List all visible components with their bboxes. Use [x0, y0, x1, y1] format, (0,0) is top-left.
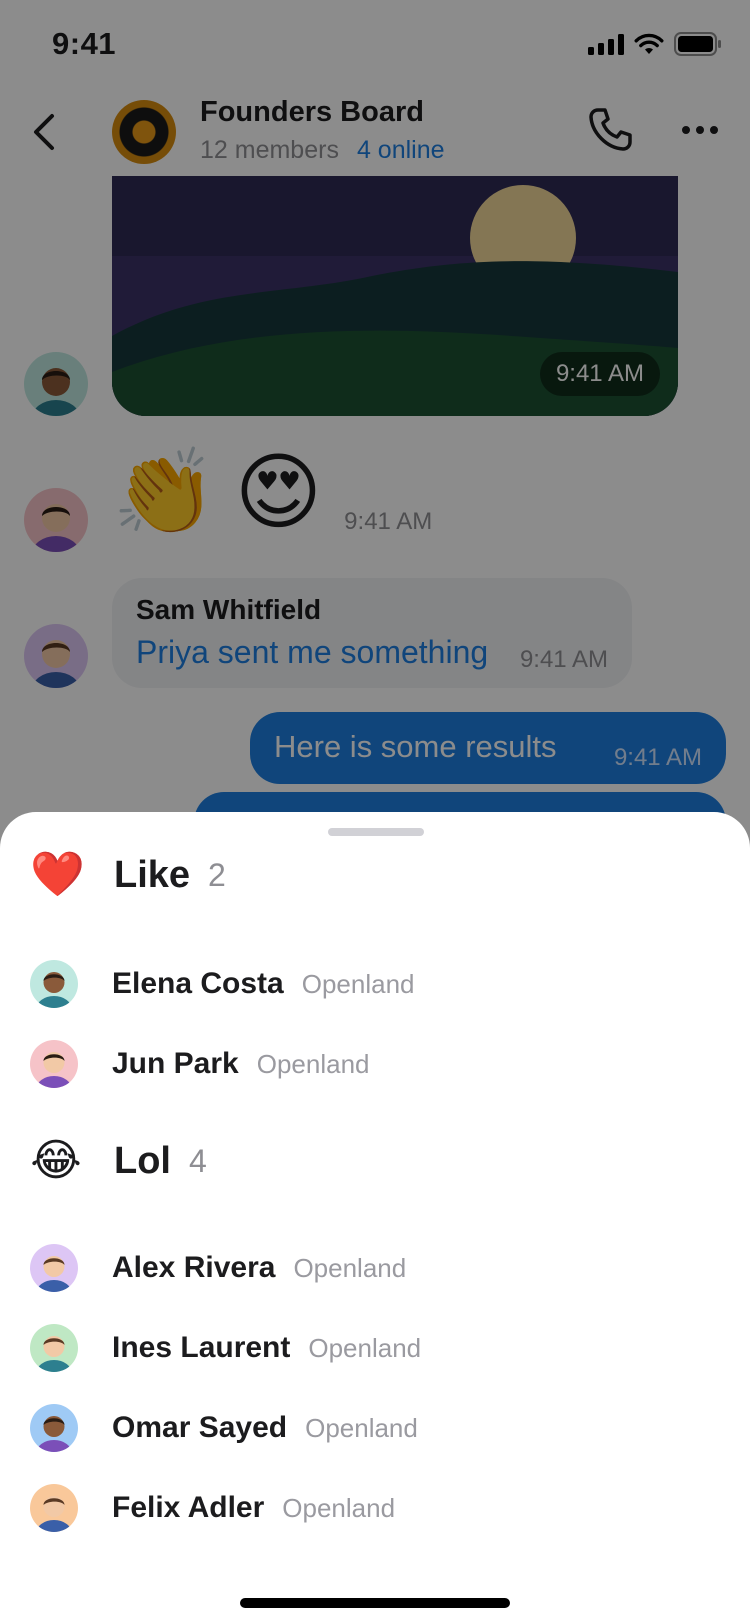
sheet-grabber[interactable] [328, 828, 424, 836]
user-organization: Openland [282, 1492, 396, 1523]
reaction-section-like: ❤️ Like 2 [30, 848, 226, 902]
user-organization: Openland [293, 1252, 407, 1283]
avatar [30, 1324, 78, 1372]
reaction-user-row[interactable]: Elena Costa Openland [30, 956, 720, 1012]
avatar [30, 1484, 78, 1532]
heart-icon: ❤️ [30, 850, 85, 899]
user-organization: Openland [305, 1412, 418, 1443]
user-name: Felix Adler [112, 1491, 265, 1524]
avatar [30, 1404, 78, 1452]
user-name: Alex Rivera [112, 1251, 276, 1284]
user-name: Ines Laurent [112, 1331, 291, 1364]
reaction-user-row[interactable]: Alex Rivera Openland [30, 1240, 720, 1296]
reaction-user-row[interactable]: Felix Adler Openland [30, 1480, 720, 1536]
user-name: Jun Park [112, 1047, 239, 1080]
reactions-sheet: ❤️ Like 2 Elena Costa Openland Jun Park … [0, 812, 750, 1624]
reaction-title: Like [114, 853, 191, 896]
reaction-user-row[interactable]: Jun Park Openland [30, 1036, 720, 1092]
home-indicator[interactable] [240, 1598, 510, 1608]
avatar [30, 1040, 78, 1088]
reaction-count: 4 [188, 1142, 207, 1179]
reaction-count: 2 [208, 856, 226, 893]
screen: 9:41 Founders Board 12 members 4 online … [0, 0, 750, 1624]
avatar [30, 1244, 78, 1292]
reaction-title: Lol [114, 1139, 171, 1182]
user-name: Omar Sayed [112, 1411, 288, 1444]
reaction-user-row[interactable]: Omar Sayed Openland [30, 1400, 720, 1456]
user-organization: Openland [308, 1332, 422, 1363]
reaction-section-lol: 😂 Lol 4 [30, 1134, 207, 1188]
user-organization: Openland [301, 968, 415, 999]
laughing-icon: 😂 [30, 1136, 82, 1185]
avatar [30, 960, 78, 1008]
user-organization: Openland [256, 1048, 370, 1079]
user-name: Elena Costa [112, 967, 284, 1000]
reaction-user-row[interactable]: Ines Laurent Openland [30, 1320, 720, 1376]
